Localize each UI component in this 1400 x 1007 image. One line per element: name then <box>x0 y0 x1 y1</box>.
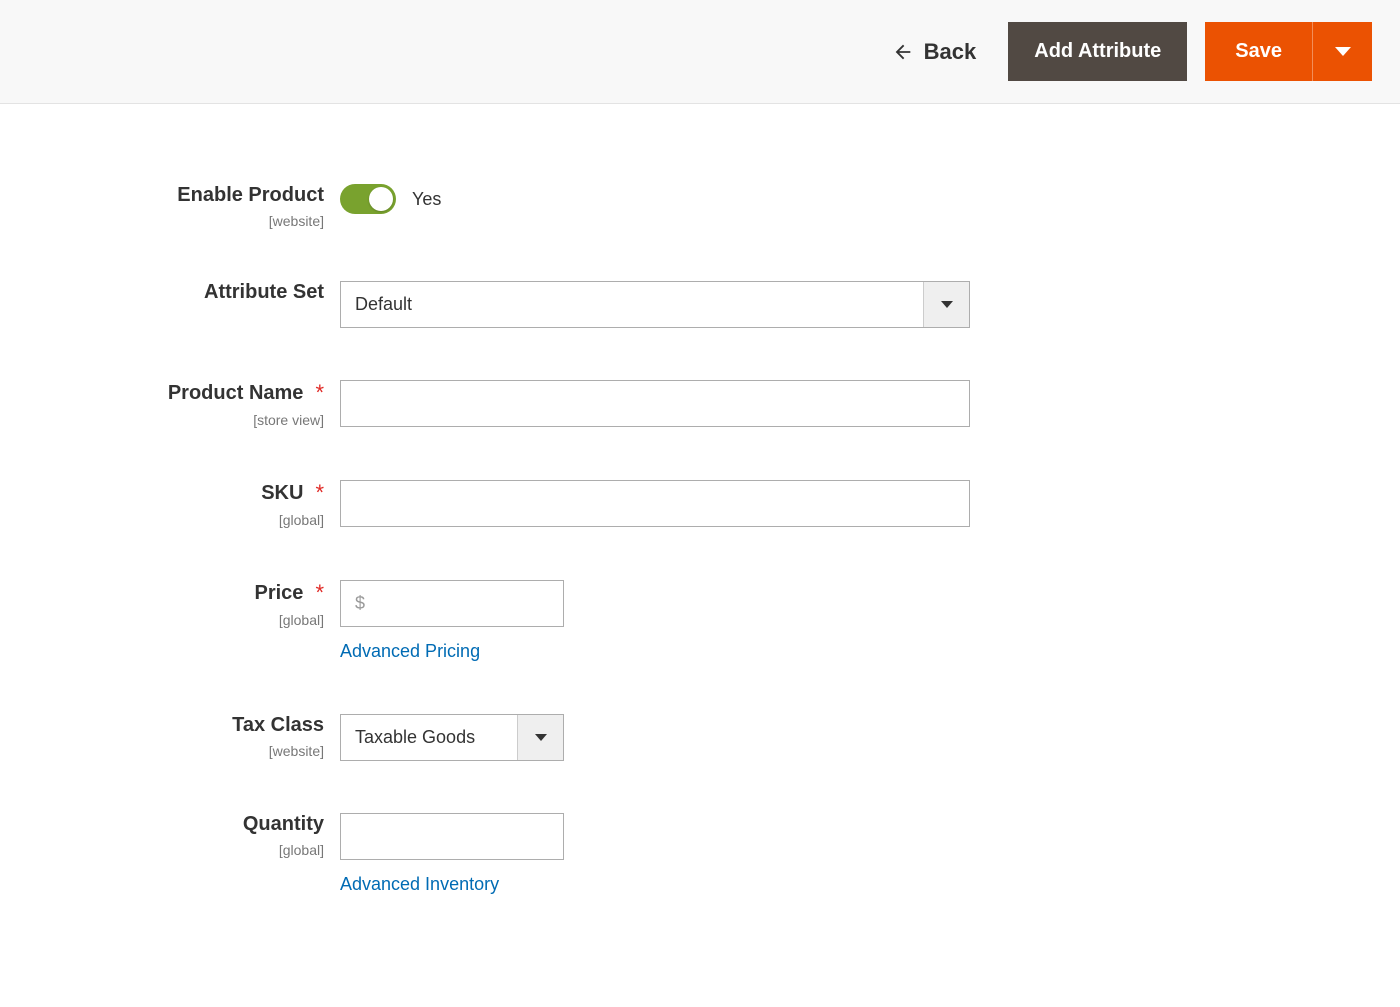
add-attribute-button[interactable]: Add Attribute <box>1008 22 1187 81</box>
field-price: Price * [global] Advanced Pricing <box>40 580 1060 662</box>
top-toolbar: Back Add Attribute Save <box>0 0 1400 104</box>
product-form: Enable Product [website] Yes Attribute S… <box>0 104 1100 1007</box>
sku-scope: [global] <box>40 512 324 528</box>
field-quantity: Quantity [global] Advanced Inventory <box>40 813 1060 895</box>
tax-class-scope: [website] <box>40 743 324 759</box>
back-button-label: Back <box>924 39 977 65</box>
required-star-icon: * <box>315 480 324 506</box>
field-sku: SKU * [global] <box>40 480 1060 528</box>
product-name-scope: [store view] <box>40 412 324 428</box>
toggle-knob <box>369 187 393 211</box>
field-product-name: Product Name * [store view] <box>40 380 1060 428</box>
required-star-icon: * <box>315 380 324 406</box>
arrow-left-icon <box>892 41 914 63</box>
sku-label: SKU <box>261 482 303 505</box>
price-scope: [global] <box>40 612 324 628</box>
field-attribute-set: Attribute Set Default <box>40 281 1060 328</box>
back-button[interactable]: Back <box>878 29 991 75</box>
tax-class-value: Taxable Goods <box>341 715 517 760</box>
enable-product-label: Enable Product <box>177 184 324 207</box>
product-name-input[interactable] <box>340 380 970 427</box>
enable-product-toggle[interactable] <box>340 184 396 214</box>
enable-product-value: Yes <box>412 189 441 210</box>
save-button[interactable]: Save <box>1205 22 1312 81</box>
enable-product-scope: [website] <box>40 213 324 229</box>
attribute-set-label: Attribute Set <box>204 281 324 304</box>
price-label: Price <box>255 582 304 605</box>
tax-class-caret <box>517 715 563 760</box>
tax-class-select[interactable]: Taxable Goods <box>340 714 564 761</box>
save-button-group: Save <box>1205 22 1372 81</box>
caret-down-icon <box>534 733 548 743</box>
field-enable-product: Enable Product [website] Yes <box>40 184 1060 229</box>
price-input[interactable] <box>340 580 564 627</box>
product-name-label: Product Name <box>168 382 304 405</box>
tax-class-label: Tax Class <box>232 714 324 737</box>
advanced-inventory-link[interactable]: Advanced Inventory <box>340 874 564 895</box>
sku-input[interactable] <box>340 480 970 527</box>
caret-down-icon <box>940 300 954 310</box>
advanced-pricing-link[interactable]: Advanced Pricing <box>340 641 564 662</box>
quantity-scope: [global] <box>40 842 324 858</box>
quantity-input[interactable] <box>340 813 564 860</box>
required-star-icon: * <box>315 580 324 606</box>
attribute-set-caret <box>923 282 969 327</box>
quantity-label: Quantity <box>243 813 324 836</box>
attribute-set-value: Default <box>341 282 923 327</box>
save-dropdown-button[interactable] <box>1312 22 1372 81</box>
field-tax-class: Tax Class [website] Taxable Goods <box>40 714 1060 761</box>
caret-down-icon <box>1334 46 1352 58</box>
attribute-set-select[interactable]: Default <box>340 281 970 328</box>
